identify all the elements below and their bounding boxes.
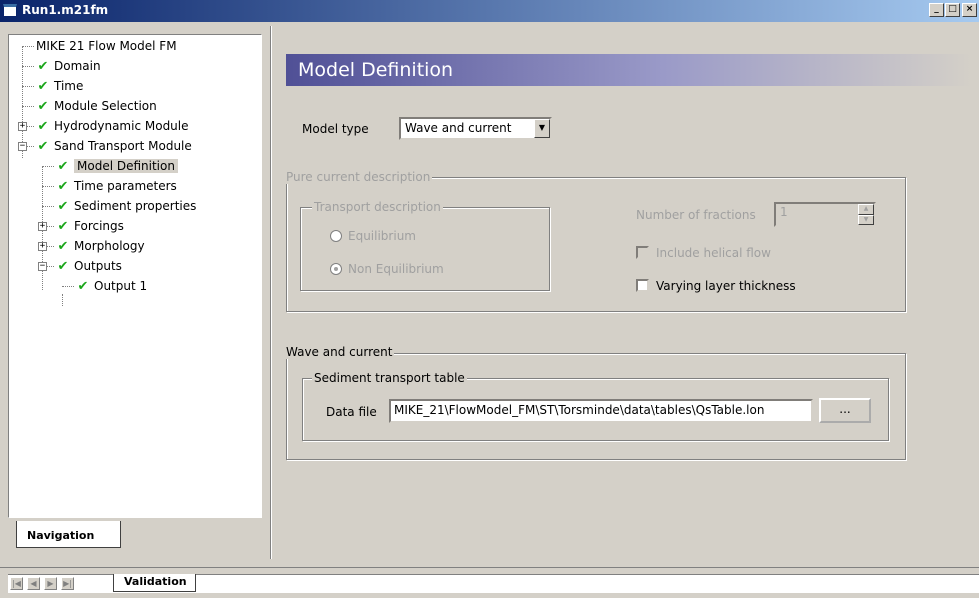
non-equilibrium-radio[interactable]: [330, 263, 342, 275]
equilibrium-radio[interactable]: [330, 230, 342, 242]
tree-item-time[interactable]: ✔ Time: [36, 76, 84, 96]
tree-item-label: Module Selection: [54, 99, 157, 113]
tree-item-label: Morphology: [74, 239, 145, 253]
tree-item-root[interactable]: MIKE 21 Flow Model FM: [36, 36, 177, 56]
transport-description-group: [300, 207, 550, 291]
fractions-label: Number of fractions: [636, 208, 756, 222]
check-icon: ✔: [37, 138, 49, 154]
bottom-tab-strip: |◀ ◀ ▶ ▶| Validation: [8, 574, 979, 593]
expand-icon[interactable]: +: [18, 122, 27, 131]
tree-item-label: Domain: [54, 59, 101, 73]
page-title: Model Definition: [298, 59, 454, 81]
tree-item-label: Sediment properties: [74, 199, 197, 213]
tab-navigation[interactable]: Navigation: [16, 521, 121, 548]
model-type-select[interactable]: Wave and current ▼: [399, 117, 552, 140]
check-icon: ✔: [37, 98, 49, 114]
check-icon: ✔: [57, 258, 69, 274]
fractions-value: 1: [780, 205, 788, 219]
helical-flow-label: Include helical flow: [656, 246, 771, 260]
check-icon: ✔: [57, 158, 69, 174]
sediment-table-legend: Sediment transport table: [312, 371, 467, 385]
equilibrium-label: Equilibrium: [348, 229, 416, 243]
check-icon: ✔: [57, 218, 69, 234]
tree-item-model-definition[interactable]: ✔ Model Definition: [56, 156, 178, 176]
panel-splitter[interactable]: [270, 26, 272, 559]
chevron-down-icon[interactable]: ▼: [534, 119, 550, 138]
app-window-icon: [3, 4, 17, 17]
varying-layer-label: Varying layer thickness: [656, 279, 796, 293]
varying-layer-checkbox[interactable]: [636, 279, 649, 292]
navigation-tree-panel[interactable]: MIKE 21 Flow Model FM ✔ Domain ✔ Time ✔ …: [8, 34, 262, 518]
wave-current-legend: Wave and current: [284, 345, 395, 359]
tree-item-sediment-properties[interactable]: ✔ Sediment properties: [56, 196, 197, 216]
tree-item-hydrodynamic-module[interactable]: ✔ Hydrodynamic Module: [36, 116, 189, 136]
maximize-button[interactable]: □: [945, 3, 960, 17]
next-tab-icon[interactable]: ▶: [44, 577, 57, 590]
minimize-button[interactable]: _: [929, 3, 944, 17]
check-icon: ✔: [77, 278, 89, 294]
model-type-label: Model type: [302, 122, 369, 136]
transport-description-legend: Transport description: [312, 200, 443, 214]
window-controls: _ □ ×: [929, 3, 977, 17]
expand-icon[interactable]: +: [38, 242, 47, 251]
fractions-stepper[interactable]: 1 ▲ ▼: [774, 202, 876, 227]
expand-icon[interactable]: +: [38, 222, 47, 231]
tree-item-label: Time parameters: [74, 179, 177, 193]
tree-item-outputs[interactable]: ✔ Outputs: [56, 256, 122, 276]
tab-validation[interactable]: Validation: [113, 574, 196, 592]
page-header-banner: Model Definition: [286, 54, 972, 86]
tree-item-label: Forcings: [74, 219, 124, 233]
tree-item-label: Output 1: [94, 279, 148, 293]
tree-item-time-parameters[interactable]: ✔ Time parameters: [56, 176, 177, 196]
tree-item-module-selection[interactable]: ✔ Module Selection: [36, 96, 157, 116]
window-title: Run1.m21fm: [22, 3, 109, 17]
tree-item-label: MIKE 21 Flow Model FM: [36, 39, 177, 53]
tree-item-label: Model Definition: [74, 159, 178, 173]
data-file-label: Data file: [326, 405, 377, 419]
data-file-input[interactable]: MIKE_21\FlowModel_FM\ST\Torsminde\data\t…: [389, 399, 813, 423]
check-icon: ✔: [37, 58, 49, 74]
browse-button[interactable]: ...: [819, 398, 871, 423]
window-titlebar[interactable]: Run1.m21fm _ □ ×: [0, 0, 979, 22]
tree-item-label: Hydrodynamic Module: [54, 119, 189, 133]
collapse-icon[interactable]: −: [38, 262, 47, 271]
tree-item-sand-transport-module[interactable]: ✔ Sand Transport Module: [36, 136, 192, 156]
check-icon: ✔: [57, 198, 69, 214]
bottom-tab-bar: |◀ ◀ ▶ ▶| Validation: [0, 567, 979, 598]
check-icon: ✔: [57, 178, 69, 194]
tree-item-forcings[interactable]: ✔ Forcings: [56, 216, 124, 236]
helical-flow-checkbox[interactable]: [636, 246, 649, 259]
tree-item-morphology[interactable]: ✔ Morphology: [56, 236, 145, 256]
collapse-icon[interactable]: −: [18, 142, 27, 151]
check-icon: ✔: [37, 118, 49, 134]
first-tab-icon[interactable]: |◀: [10, 577, 23, 590]
last-tab-icon[interactable]: ▶|: [61, 577, 74, 590]
spin-up-icon[interactable]: ▲: [858, 204, 874, 215]
tree-item-output-1[interactable]: ✔ Output 1: [76, 276, 148, 296]
pure-current-legend: Pure current description: [284, 170, 433, 184]
tree-item-label: Sand Transport Module: [54, 139, 192, 153]
non-equilibrium-label: Non Equilibrium: [348, 262, 444, 276]
tree-item-label: Outputs: [74, 259, 122, 273]
close-button[interactable]: ×: [962, 3, 977, 17]
tree-item-domain[interactable]: ✔ Domain: [36, 56, 101, 76]
data-file-value: MIKE_21\FlowModel_FM\ST\Torsminde\data\t…: [394, 403, 765, 417]
check-icon: ✔: [57, 238, 69, 254]
spin-down-icon[interactable]: ▼: [858, 214, 874, 225]
check-icon: ✔: [37, 78, 49, 94]
model-type-value: Wave and current: [405, 121, 512, 135]
tree-item-label: Time: [54, 79, 84, 93]
prev-tab-icon[interactable]: ◀: [27, 577, 40, 590]
